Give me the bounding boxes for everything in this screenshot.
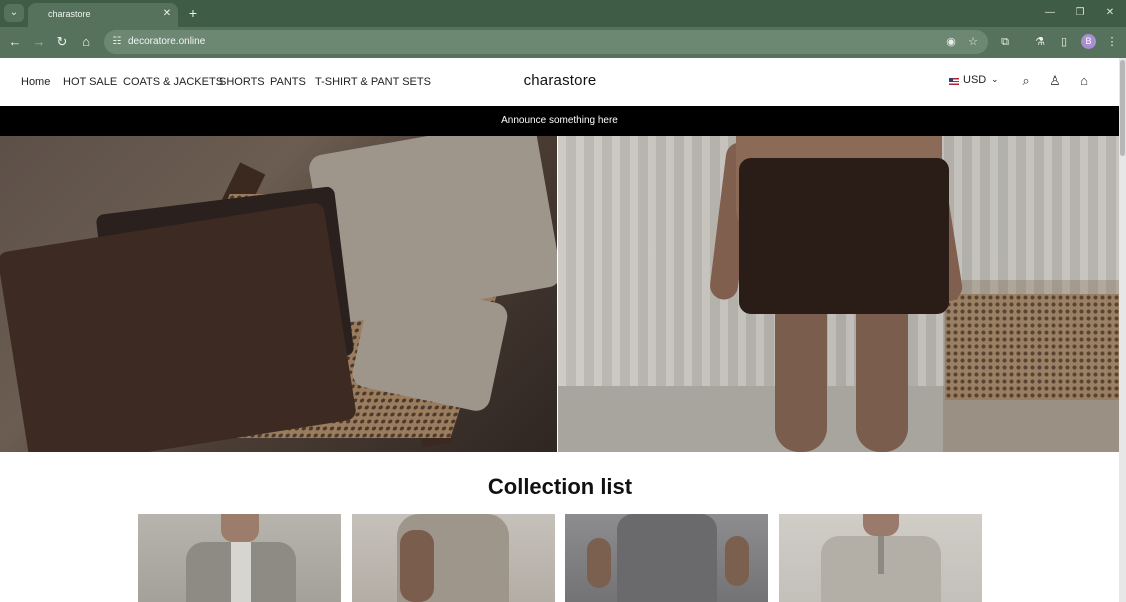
address-url[interactable]: decoratore.online — [128, 36, 205, 47]
labs-button[interactable]: ⚗ — [1032, 34, 1048, 50]
profile-avatar[interactable]: B — [1081, 34, 1096, 49]
active-tab[interactable]: charastore ✕ — [28, 3, 178, 27]
shopping-bag-icon[interactable]: ⌂ — [1076, 73, 1092, 89]
back-button[interactable]: ← — [7, 34, 23, 50]
search-icon[interactable]: ⌕ — [1018, 73, 1034, 89]
minimize-button[interactable]: — — [1043, 6, 1057, 20]
minimize-icon: — — [1045, 7, 1055, 18]
announcement-bar: Announce something here — [0, 106, 1119, 136]
close-tab-icon[interactable]: ✕ — [161, 7, 173, 21]
hero-banner — [0, 136, 1119, 452]
new-tab-button[interactable]: + — [186, 5, 200, 21]
restore-button[interactable]: ❐ — [1073, 6, 1087, 20]
us-flag-icon — [949, 78, 959, 85]
more-vertical-icon: ⋮ — [1106, 36, 1118, 48]
forward-button[interactable]: → — [31, 34, 47, 50]
currency-selector[interactable]: USD ⌄ — [949, 74, 1001, 92]
nav-shorts[interactable]: SHORTS — [219, 76, 265, 88]
nav-home[interactable]: Home — [21, 76, 50, 88]
nav-hot-sale[interactable]: HOT SALE — [63, 76, 117, 88]
collection-card[interactable] — [779, 514, 982, 602]
tab-search-button[interactable]: ⌄ — [4, 4, 24, 22]
arrow-left-icon: ← — [8, 34, 22, 49]
hero-image-model — [558, 136, 1119, 452]
browser-menu-button[interactable]: ⋮ — [1104, 34, 1120, 50]
collection-card[interactable] — [565, 514, 768, 602]
currency-label: USD — [963, 74, 987, 86]
puzzle-icon: ⧉ — [1001, 36, 1009, 48]
nav-coats-jackets[interactable]: COATS & JACKETS — [123, 76, 223, 88]
nav-tshirt-pant-sets[interactable]: T-SHIRT & PANT SETS — [315, 76, 431, 88]
store-page: Home HOT SALE COATS & JACKETS SHORTS PAN… — [0, 58, 1119, 602]
chevron-down-icon: ⌄ — [9, 7, 19, 18]
scrollbar-thumb[interactable] — [1120, 60, 1125, 156]
browser-tab-strip: ⌄ charastore ✕ + — ❐ ✕ — [0, 0, 1126, 27]
extensions-button[interactable]: ⧉ — [997, 34, 1013, 50]
collection-list-title: Collection list — [487, 474, 633, 499]
account-icon[interactable]: ♙ — [1047, 73, 1063, 89]
tune-icon[interactable]: ☷ — [110, 34, 124, 50]
store-header: Home HOT SALE COATS & JACKETS SHORTS PAN… — [0, 58, 1119, 106]
home-icon: ⌂ — [82, 34, 90, 49]
collection-card[interactable] — [352, 514, 555, 602]
home-button[interactable]: ⌂ — [78, 34, 94, 50]
eye-off-icon[interactable]: ◉ — [944, 34, 958, 50]
star-icon[interactable]: ☆ — [966, 34, 980, 50]
close-window-button[interactable]: ✕ — [1103, 6, 1117, 20]
store-logo[interactable]: charastore — [524, 72, 597, 89]
chevron-down-icon: ⌄ — [991, 74, 999, 84]
hero-image-flatlay — [0, 136, 557, 452]
flask-icon: ⚗ — [1035, 36, 1045, 48]
tab-title: charastore — [48, 9, 91, 19]
reload-icon: ↻ — [56, 34, 68, 49]
browser-toolbar: ← → ↻ ⌂ ☷ decoratore.online ◉ ☆ ⧉ ⚗ ▯ B … — [0, 27, 1126, 58]
nav-pants[interactable]: PANTS — [270, 76, 306, 88]
plus-icon: + — [188, 5, 198, 21]
restore-icon: ❐ — [1075, 7, 1085, 18]
collection-card[interactable] — [138, 514, 341, 602]
address-bar[interactable]: ☷ decoratore.online ◉ ☆ — [104, 30, 988, 54]
arrow-right-icon: → — [32, 34, 46, 49]
close-icon: ✕ — [1105, 7, 1115, 18]
page-scrollbar[interactable] — [1119, 58, 1126, 602]
side-panel-button[interactable]: ▯ — [1056, 34, 1072, 50]
reload-button[interactable]: ↻ — [54, 34, 70, 50]
side-panel-icon: ▯ — [1060, 36, 1068, 48]
